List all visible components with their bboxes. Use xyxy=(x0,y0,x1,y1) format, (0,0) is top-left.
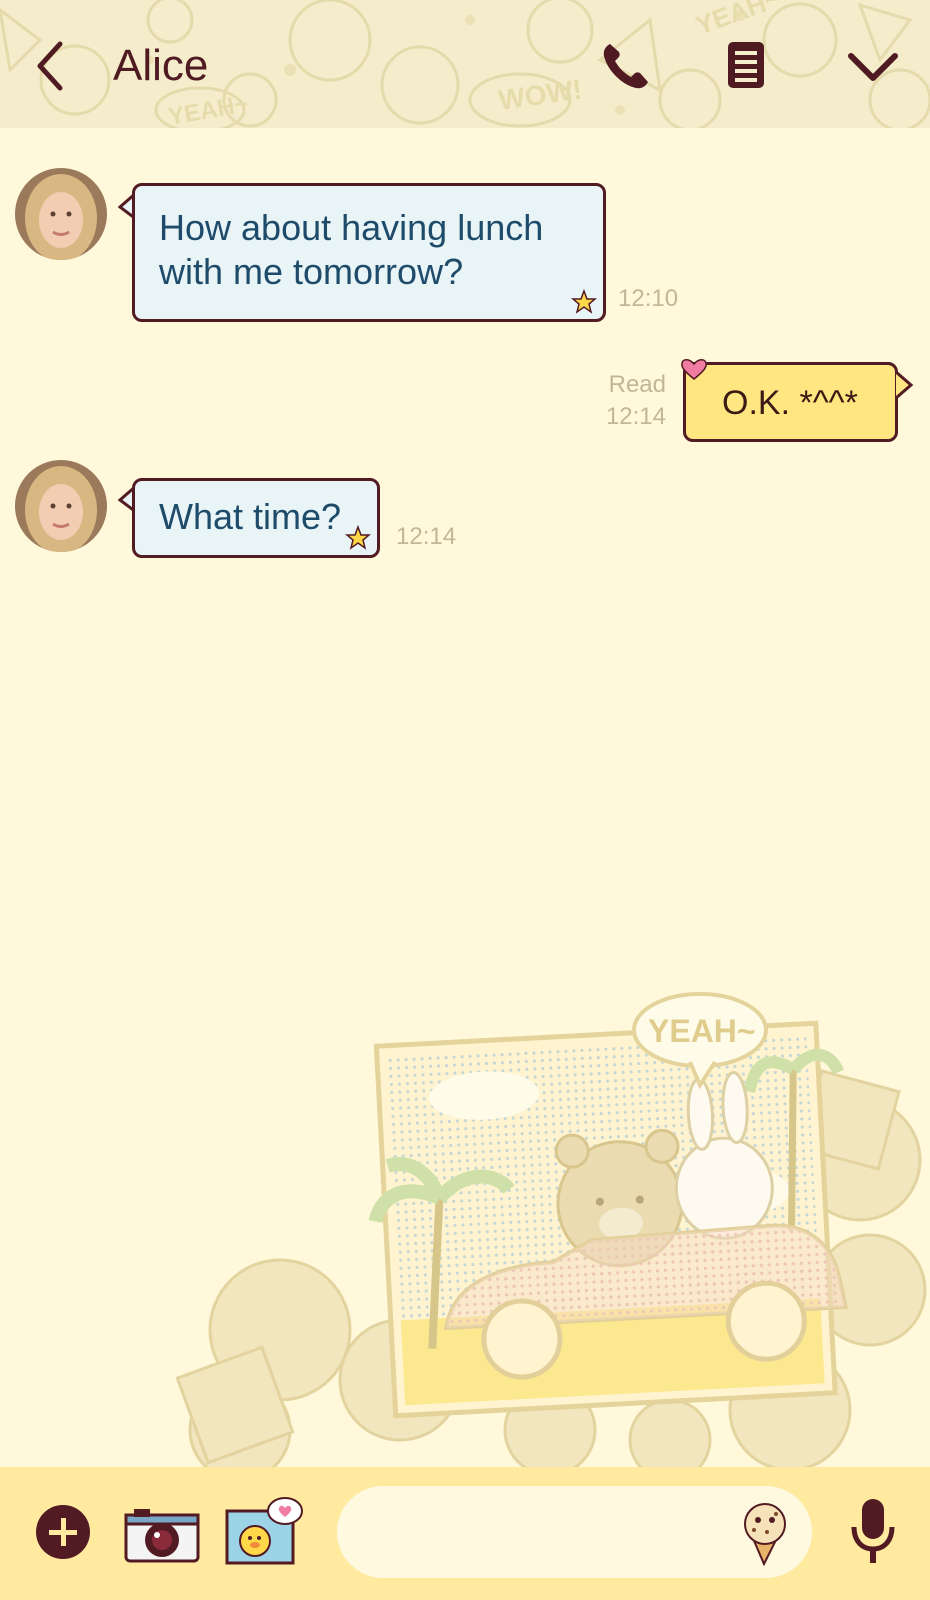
chat-title: Alice xyxy=(113,41,209,90)
photo-icon[interactable] xyxy=(225,1497,305,1565)
input-bar xyxy=(0,1467,930,1600)
message-bubble-incoming[interactable]: How about having lunch with me tomorrow? xyxy=(132,183,606,322)
phone-icon[interactable] xyxy=(598,38,654,94)
speech-text: YEAH~ xyxy=(648,1013,756,1049)
sticker-icon[interactable] xyxy=(734,1500,796,1566)
star-icon xyxy=(345,525,371,550)
chevron-down-icon[interactable] xyxy=(845,38,901,94)
background-artwork: YEAH~ xyxy=(175,992,927,1467)
chat-header: WOW! YEAH~ YEAH~ Alice xyxy=(0,0,930,128)
back-icon[interactable] xyxy=(28,38,72,94)
message-text-line1: How about having lunch xyxy=(159,207,544,248)
message-bubble-incoming[interactable]: What time? xyxy=(132,478,380,558)
chat-screen: WOW! YEAH~ YEAH~ Alice YEAH~ How about h… xyxy=(0,0,930,1600)
microphone-icon[interactable] xyxy=(848,1497,898,1567)
plus-icon[interactable] xyxy=(35,1504,91,1560)
message-bubble-outgoing[interactable]: O.K. *^^* xyxy=(681,359,898,442)
avatar[interactable] xyxy=(15,168,107,260)
notes-icon[interactable] xyxy=(718,38,774,94)
camera-icon[interactable] xyxy=(124,1505,200,1565)
avatar[interactable] xyxy=(15,460,107,552)
heart-icon xyxy=(681,359,707,380)
message-time: 12:14 xyxy=(396,523,457,550)
bubble-tail xyxy=(895,372,914,400)
star-icon xyxy=(571,289,597,314)
message-text: What time? xyxy=(159,496,342,537)
message-text: O.K. *^^* xyxy=(722,384,858,422)
message-text-line2: with me tomorrow? xyxy=(159,251,464,292)
message-time: 12:14 xyxy=(605,403,666,430)
read-status: Read xyxy=(608,371,666,398)
message-input[interactable] xyxy=(337,1486,812,1578)
svg-text:WOW!: WOW! xyxy=(497,74,584,116)
message-time: 12:10 xyxy=(618,285,679,312)
